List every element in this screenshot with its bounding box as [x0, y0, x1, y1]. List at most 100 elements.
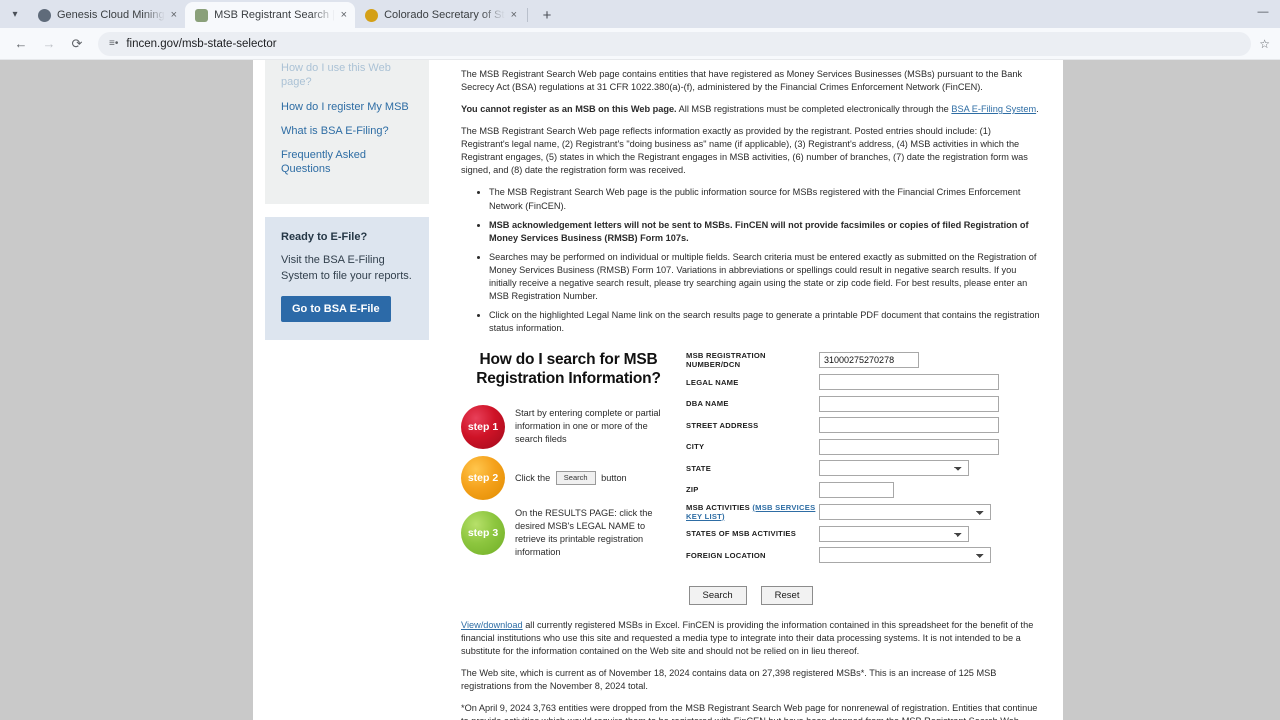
go-to-bsa-efile-button[interactable]: Go to BSA E-File [281, 295, 391, 322]
page-viewport: How do I use this Web page? How do I reg… [0, 60, 1280, 720]
browser-tab-colorado-secretary-of-state[interactable]: Colorado Secretary of State - B × [355, 2, 525, 28]
states-of-msb-activities-select[interactable] [819, 525, 969, 542]
download-paragraph-rest: all currently registered MSBs in Excel. … [461, 620, 1034, 657]
tab-close-icon[interactable]: × [341, 9, 347, 21]
download-paragraph: View/download all currently registered M… [461, 619, 1041, 658]
tab-title: Genesis Cloud Mining [57, 9, 165, 21]
label-foreign-location: FOREIGN LOCATION [686, 550, 766, 560]
view-download-link[interactable]: View/download [461, 620, 523, 630]
step-row-2: step 2 Click the Search button [461, 455, 676, 500]
tab-title: Colorado Secretary of State - B [384, 9, 505, 21]
steps-list: step 1 Start by entering complete or par… [461, 404, 676, 559]
form-row-msb-activities: MSB ACTIVITIES (MSB Services Key List) [686, 503, 1041, 521]
page-main-content: The MSB Registrant Search Web page conta… [439, 60, 1063, 720]
label-dba-name: DBA NAME [686, 399, 729, 409]
cannot-register-bold: You cannot register as an MSB on this We… [461, 104, 677, 115]
msb-registration-number-input[interactable] [819, 352, 919, 369]
bsa-efiling-system-link[interactable]: BSA E-Filing System [951, 104, 1036, 114]
foreign-location-select[interactable] [819, 547, 991, 564]
tab-strip: ▾ Genesis Cloud Mining × MSB Registrant … [0, 0, 1280, 28]
form-row-legal-name: LEGAL NAME [686, 374, 1041, 391]
step-text-3: On the RESULTS PAGE: click the desired M… [515, 507, 653, 558]
sidebar-link-how-do-i-use-this-web-page[interactable]: How do I use this Web page? [281, 60, 413, 95]
step-2-text-before: Click the [515, 472, 553, 483]
reload-icon[interactable]: ⟳ [64, 31, 90, 57]
tab-close-icon[interactable]: × [171, 9, 177, 21]
step-2-text-after: button [598, 472, 627, 483]
street-address-input[interactable] [819, 417, 999, 434]
tab-divider [527, 8, 529, 22]
browser-tab-msb-registrant-search[interactable]: MSB Registrant Search | FinCEN × [185, 2, 356, 28]
browser-toolbar: ← → ⟳ ≡• fincen.gov/msb-state-selector ☆ [0, 28, 1280, 60]
state-select[interactable] [819, 460, 969, 477]
legal-name-input[interactable] [819, 374, 999, 391]
tab-close-icon[interactable]: × [511, 9, 517, 21]
form-row-city: CITY [686, 438, 1041, 455]
how-to-search-panel: How do I search for MSB Registration Inf… [461, 347, 676, 568]
sidebar-link-frequently-asked-questions[interactable]: Frequently Asked Questions [281, 143, 413, 182]
back-icon[interactable]: ← [8, 31, 34, 57]
address-bar-url: fincen.gov/msb-state-selector [126, 37, 277, 50]
form-row-dba-name: DBA NAME [686, 395, 1041, 412]
step-badge-3: step 3 [461, 511, 505, 555]
label-msb-registration-number: MSB REGISTRATION NUMBER/DCN [686, 351, 766, 370]
msb-activities-select[interactable] [819, 503, 991, 520]
forward-icon[interactable]: → [36, 31, 62, 57]
how-to-search-heading: How do I search for MSB Registration Inf… [476, 351, 661, 387]
currency-paragraph: The Web site, which is current as of Nov… [461, 668, 997, 692]
bullet-search-criteria: Searches may be performed on individual … [489, 251, 1041, 303]
msb-search-form: MSB REGISTRATION NUMBER/DCN LEGAL NAME D… [686, 347, 1041, 568]
form-action-row: Search Reset [461, 586, 1041, 606]
browser-window: ▾ Genesis Cloud Mining × MSB Registrant … [0, 0, 1280, 720]
search-section: How do I search for MSB Registration Inf… [461, 347, 1041, 568]
step-row-3: step 3 On the RESULTS PAGE: click the de… [461, 507, 676, 559]
step-text-2: Click the Search button [515, 470, 627, 486]
form-row-state: STATE [686, 460, 1041, 477]
sidebar-link-what-is-bsa-e-filing[interactable]: What is BSA E-Filing? [281, 119, 413, 143]
info-bullet-list: The MSB Registrant Search Web page is th… [461, 186, 1041, 335]
city-input[interactable] [819, 438, 999, 455]
page-sidebar: How do I use this Web page? How do I reg… [253, 60, 439, 720]
reflects-paragraph: The MSB Registrant Search Web page refle… [461, 126, 1028, 176]
web-page: How do I use this Web page? How do I reg… [253, 60, 1063, 720]
page-settings-icon[interactable]: ≡• [109, 38, 118, 49]
new-tab-button[interactable]: + [534, 3, 560, 27]
step-row-1: step 1 Start by entering complete or par… [461, 404, 676, 449]
label-msb-activities-text: MSB ACTIVITIES [686, 502, 750, 512]
form-row-foreign-location: FOREIGN LOCATION [686, 547, 1041, 564]
reset-button[interactable]: Reset [760, 586, 814, 606]
sidebar-link-how-do-i-register-my-msb[interactable]: How do I register My MSB [281, 95, 413, 119]
efile-promo-panel: Ready to E-File? Visit the BSA E-Filing … [265, 216, 429, 340]
dba-name-input[interactable] [819, 395, 999, 412]
step-badge-1: step 1 [461, 404, 505, 449]
label-legal-name: LEGAL NAME [686, 377, 739, 387]
step-badge-2: step 2 [461, 455, 505, 500]
bullet-acknowledgement-letters: MSB acknowledgement letters will not be … [489, 219, 1041, 245]
sidebar-links-panel: How do I use this Web page? How do I reg… [265, 60, 429, 204]
bullet-public-information-source: The MSB Registrant Search Web page is th… [489, 186, 1041, 212]
tab-favicon-icon [38, 8, 51, 22]
label-msb-activities: MSB ACTIVITIES (MSB Services Key List) [686, 503, 819, 521]
address-bar[interactable]: ≡• fincen.gov/msb-state-selector [98, 31, 1252, 56]
step-text-1: Start by entering complete or partial in… [515, 408, 661, 445]
form-row-zip: ZIP [686, 481, 1041, 498]
star-icon[interactable]: ☆ [1259, 37, 1272, 51]
bullet-legal-name-link: Click on the highlighted Legal Name link… [489, 309, 1041, 335]
footnote-paragraph: *On April 9, 2024 3,763 entities were dr… [461, 703, 1038, 720]
form-row-street-address: STREET ADDRESS [686, 417, 1041, 434]
cannot-register-trailing: . [1036, 104, 1039, 115]
efile-body-text: Visit the BSA E-Filing System to file yo… [281, 253, 412, 282]
zip-input[interactable] [819, 481, 894, 498]
browser-tab-genesis-cloud-mining[interactable]: Genesis Cloud Mining × [28, 2, 185, 28]
label-states-of-msb-activities: STATES OF MSB ACTIVITIES [686, 529, 797, 539]
search-button[interactable]: Search [688, 586, 747, 606]
label-street-address: STREET ADDRESS [686, 420, 759, 430]
minimize-button[interactable]: — [1252, 2, 1274, 22]
window-controls: — [1252, 2, 1274, 22]
tab-favicon-icon [365, 8, 379, 22]
tab-favicon-icon [195, 8, 209, 22]
tab-search-icon[interactable]: ▾ [2, 1, 28, 27]
tab-title: MSB Registrant Search | FinCEN [214, 9, 335, 21]
label-city: CITY [686, 442, 705, 452]
intro-paragraph: The MSB Registrant Search Web page conta… [461, 69, 1023, 93]
